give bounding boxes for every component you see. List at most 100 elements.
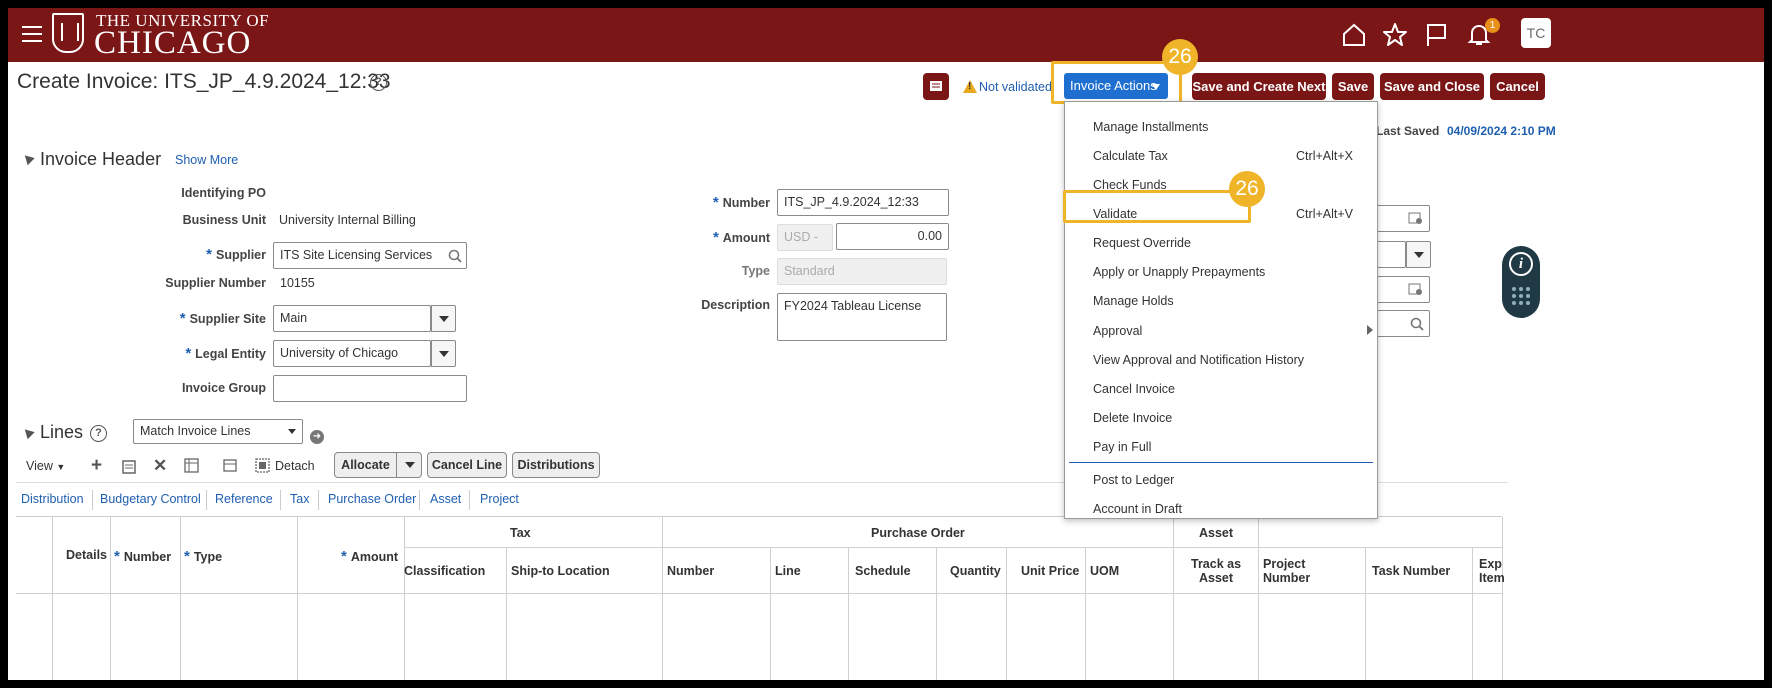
column-header-ship-to[interactable]: Ship-to Location — [511, 564, 610, 578]
cancel-line-button[interactable]: Cancel Line — [427, 452, 507, 478]
menu-item-approval[interactable]: Approval — [1093, 324, 1142, 338]
show-more-link[interactable]: Show More — [175, 153, 238, 167]
tab-separator — [318, 490, 319, 510]
supplier-label: * Supplier — [206, 246, 266, 263]
university-crest-icon — [52, 13, 84, 53]
tab-distribution[interactable]: Distribution — [21, 492, 84, 506]
menu-item-account-in-draft[interactable]: Account in Draft — [1093, 502, 1182, 516]
chevron-down-icon — [439, 351, 449, 357]
table-grid-icon[interactable] — [184, 458, 200, 474]
column-header-task-number[interactable]: Task Number — [1372, 564, 1450, 578]
save-close-button[interactable]: Save and Close — [1380, 73, 1484, 100]
column-divider — [936, 547, 937, 680]
collapse-triangle-icon[interactable] — [21, 425, 35, 440]
legal-entity-select[interactable]: University of Chicago — [273, 340, 431, 367]
menu-item-delete-invoice[interactable]: Delete Invoice — [1093, 411, 1172, 425]
home-icon[interactable] — [1341, 22, 1367, 48]
menu-item-cancel-invoice[interactable]: Cancel Invoice — [1093, 382, 1175, 396]
menu-icon[interactable] — [22, 26, 42, 42]
invoice-header-title: Invoice Header — [40, 149, 162, 169]
column-header-type: * Type — [184, 548, 223, 565]
star-icon[interactable] — [1382, 22, 1408, 48]
header-group-divider — [404, 547, 1502, 548]
column-header-amount: * Amount — [341, 548, 399, 565]
save-create-next-button[interactable]: Save and Create Next — [1192, 73, 1326, 100]
column-header-quantity[interactable]: Quantity — [950, 564, 1001, 578]
column-divider — [506, 547, 507, 680]
column-header-po-number[interactable]: Number — [667, 564, 714, 578]
search-icon[interactable] — [448, 249, 462, 263]
column-header-line[interactable]: Line — [775, 564, 801, 578]
tab-asset[interactable]: Asset — [430, 492, 461, 506]
delete-icon[interactable]: ✕ — [153, 456, 167, 476]
view-menu[interactable]: View ▼ — [26, 459, 65, 473]
column-header-classification[interactable]: Classification — [404, 564, 485, 578]
detach-label[interactable]: Detach — [275, 459, 315, 473]
distributions-button[interactable]: Distributions — [512, 452, 600, 478]
calendar-icon[interactable] — [1408, 282, 1423, 296]
menu-item-view-approval-history[interactable]: View Approval and Notification History — [1093, 353, 1304, 367]
right-select-dropdown-button[interactable] — [1406, 241, 1431, 268]
column-header-details[interactable]: Details — [66, 548, 107, 562]
cancel-button[interactable]: Cancel — [1490, 73, 1545, 100]
save-button[interactable]: Save — [1332, 73, 1374, 100]
type-select: Standard — [777, 258, 947, 285]
column-header-expenditure-item: Exp Item — [1479, 557, 1505, 585]
info-widget[interactable]: i — [1502, 246, 1540, 318]
supplier-input[interactable]: ITS Site Licensing Services — [273, 242, 467, 269]
match-invoice-lines-select[interactable]: Match Invoice Lines — [133, 419, 303, 444]
invoice-group-input[interactable] — [273, 375, 467, 402]
menu-item-pay-in-full[interactable]: Pay in Full — [1093, 440, 1151, 454]
chevron-down-icon — [1414, 252, 1424, 258]
supplier-site-dropdown-button[interactable] — [431, 305, 456, 332]
menu-item-manage-holds[interactable]: Manage Holds — [1093, 294, 1174, 308]
column-divider — [662, 517, 663, 680]
edit-icon[interactable] — [122, 459, 137, 474]
menu-item-apply-unapply-prepayments[interactable]: Apply or Unapply Prepayments — [1093, 265, 1265, 279]
supplier-site-select[interactable]: Main — [273, 305, 431, 332]
menu-item-post-to-ledger[interactable]: Post to Ledger — [1093, 473, 1174, 487]
freeze-icon[interactable] — [223, 458, 239, 474]
allocate-button[interactable]: Allocate — [334, 452, 397, 478]
column-header-schedule[interactable]: Schedule — [855, 564, 911, 578]
tab-separator — [419, 490, 420, 510]
callout-highlight-actions — [1051, 61, 1182, 104]
required-marker: * — [341, 548, 347, 565]
column-header-unit-price[interactable]: Unit Price — [1021, 564, 1079, 578]
tab-tax[interactable]: Tax — [290, 492, 309, 506]
go-arrow-icon[interactable]: ➜ — [310, 430, 324, 444]
help-icon[interactable]: ? — [370, 74, 387, 91]
add-icon[interactable]: + — [91, 455, 102, 477]
tab-purchase-order[interactable]: Purchase Order — [328, 492, 416, 506]
document-icon-button[interactable] — [923, 73, 949, 100]
flag-icon[interactable] — [1424, 22, 1450, 48]
allocate-dropdown-button[interactable] — [396, 452, 422, 478]
info-icon[interactable]: i — [1509, 252, 1533, 276]
column-divider — [1258, 517, 1259, 680]
tab-reference[interactable]: Reference — [215, 492, 273, 506]
menu-item-request-override[interactable]: Request Override — [1093, 236, 1191, 250]
user-avatar[interactable]: TC — [1521, 18, 1551, 48]
callout-highlight-validate — [1063, 190, 1251, 223]
collapse-triangle-icon[interactable] — [21, 151, 35, 166]
search-icon[interactable] — [1410, 317, 1424, 331]
chevron-down-icon — [288, 429, 296, 434]
column-header-uom[interactable]: UOM — [1090, 564, 1119, 578]
validation-status: Not validated — [979, 80, 1052, 94]
legal-entity-dropdown-button[interactable] — [431, 340, 456, 367]
calendar-icon[interactable] — [1408, 211, 1423, 225]
tab-project[interactable]: Project — [480, 492, 519, 506]
lines-help-icon[interactable]: ? — [90, 425, 107, 442]
supplier-site-label: * Supplier Site — [179, 310, 266, 327]
menu-item-calculate-tax[interactable]: Calculate Tax — [1093, 149, 1168, 163]
menu-item-manage-installments[interactable]: Manage Installments — [1093, 120, 1208, 134]
keypad-icon[interactable] — [1511, 286, 1531, 308]
app-frame: THE UNIVERSITY OF CHICAGO 1 TC Create In… — [8, 8, 1764, 680]
amount-label: * Amount — [712, 229, 770, 246]
description-textarea[interactable]: FY2024 Tableau License — [777, 293, 947, 341]
detach-icon[interactable] — [255, 458, 270, 473]
tab-budgetary-control[interactable]: Budgetary Control — [100, 492, 201, 506]
number-input[interactable]: ITS_JP_4.9.2024_12:33 — [777, 189, 949, 216]
amount-input[interactable]: 0.00 — [836, 223, 949, 250]
last-saved-value: 04/09/2024 2:10 PM — [1447, 124, 1556, 138]
